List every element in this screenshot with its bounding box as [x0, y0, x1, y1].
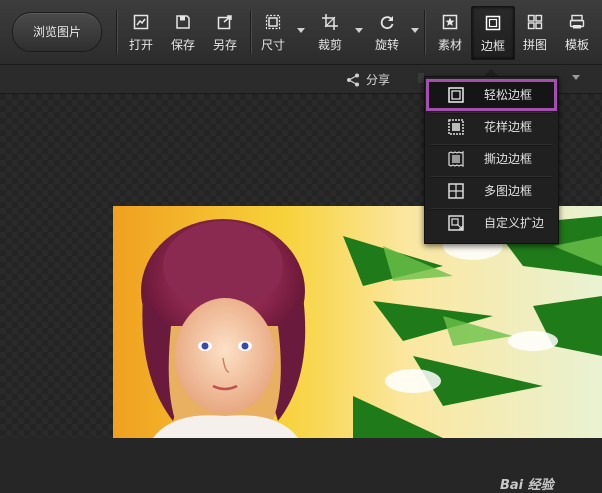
- simple-border-icon: [448, 87, 464, 103]
- menu-item-label: 撕边边框: [484, 152, 533, 166]
- menu-item-custom-extend[interactable]: 自定义扩边: [428, 209, 555, 237]
- browse-images-button[interactable]: 浏览图片: [12, 12, 102, 52]
- rotate-icon: [380, 16, 394, 30]
- rotate-label: 旋转: [374, 38, 399, 52]
- menu-item-label: 轻松边框: [484, 88, 533, 102]
- border-label: 边框: [480, 39, 505, 53]
- menu-item-label: 多图边框: [484, 184, 533, 198]
- open-icon: [133, 14, 149, 30]
- save-label: 保存: [170, 38, 195, 52]
- custom-extend-icon: [448, 215, 464, 231]
- collage-icon: [527, 14, 543, 30]
- menu-pointer: [484, 69, 498, 76]
- menu-item-label: 自定义扩边: [484, 216, 545, 230]
- collage-button[interactable]: 拼图: [514, 6, 556, 58]
- rotate-dropdown-caret[interactable]: [411, 28, 419, 33]
- torn-border-icon: [448, 151, 464, 167]
- rotate-button[interactable]: 旋转: [366, 6, 408, 58]
- save-as-label: 另存: [212, 38, 237, 52]
- main-toolbar: 浏览图片 打开 保存 另存 尺寸 裁剪 旋转 素材 边框 拼图 模板: [0, 0, 602, 65]
- menu-item-torn-border[interactable]: 撕边边框: [428, 145, 555, 173]
- crop-icon: [322, 14, 338, 30]
- save-button[interactable]: 保存: [162, 6, 204, 58]
- save-as-icon: [217, 15, 232, 30]
- toolbar-divider: [424, 10, 426, 54]
- resize-icon: [265, 14, 281, 30]
- crop-dropdown-caret[interactable]: [355, 28, 363, 33]
- material-icon: [442, 14, 458, 30]
- watermark: Bai 经验: [500, 478, 554, 493]
- border-dropdown-menu: 轻松边框 花样边框 撕边边框 多图边框 自定义扩边: [424, 76, 559, 244]
- resize-dropdown-caret[interactable]: [297, 28, 305, 33]
- collage-label: 拼图: [522, 38, 547, 52]
- resize-button[interactable]: 尺寸: [252, 6, 294, 58]
- menu-item-pattern-border[interactable]: 花样边框: [428, 113, 555, 141]
- subbar-dropdown-caret[interactable]: [572, 75, 580, 80]
- open-label: 打开: [128, 38, 153, 52]
- template-button[interactable]: 模板: [556, 6, 598, 58]
- share-icon: [347, 73, 359, 87]
- template-icon: [569, 14, 585, 29]
- resize-label: 尺寸: [260, 38, 285, 52]
- border-icon: [485, 15, 501, 31]
- save-icon: [176, 15, 190, 29]
- material-label: 素材: [437, 38, 462, 52]
- share-label: 分享: [366, 73, 391, 87]
- menu-item-multi-image-border[interactable]: 多图边框: [428, 177, 555, 205]
- crop-label: 裁剪: [317, 38, 342, 52]
- border-button[interactable]: 边框: [471, 6, 515, 60]
- toolbar-divider: [116, 10, 118, 54]
- multi-image-border-icon: [448, 183, 464, 199]
- material-button[interactable]: 素材: [429, 6, 471, 58]
- crop-button[interactable]: 裁剪: [309, 6, 351, 58]
- menu-item-label: 花样边框: [484, 120, 533, 134]
- open-button[interactable]: 打开: [120, 6, 162, 58]
- share-button[interactable]: 分享: [346, 71, 390, 88]
- menu-item-simple-border[interactable]: 轻松边框: [426, 79, 557, 111]
- pattern-border-icon: [448, 119, 464, 135]
- save-as-button[interactable]: 另存: [204, 6, 246, 58]
- template-label: 模板: [564, 38, 589, 52]
